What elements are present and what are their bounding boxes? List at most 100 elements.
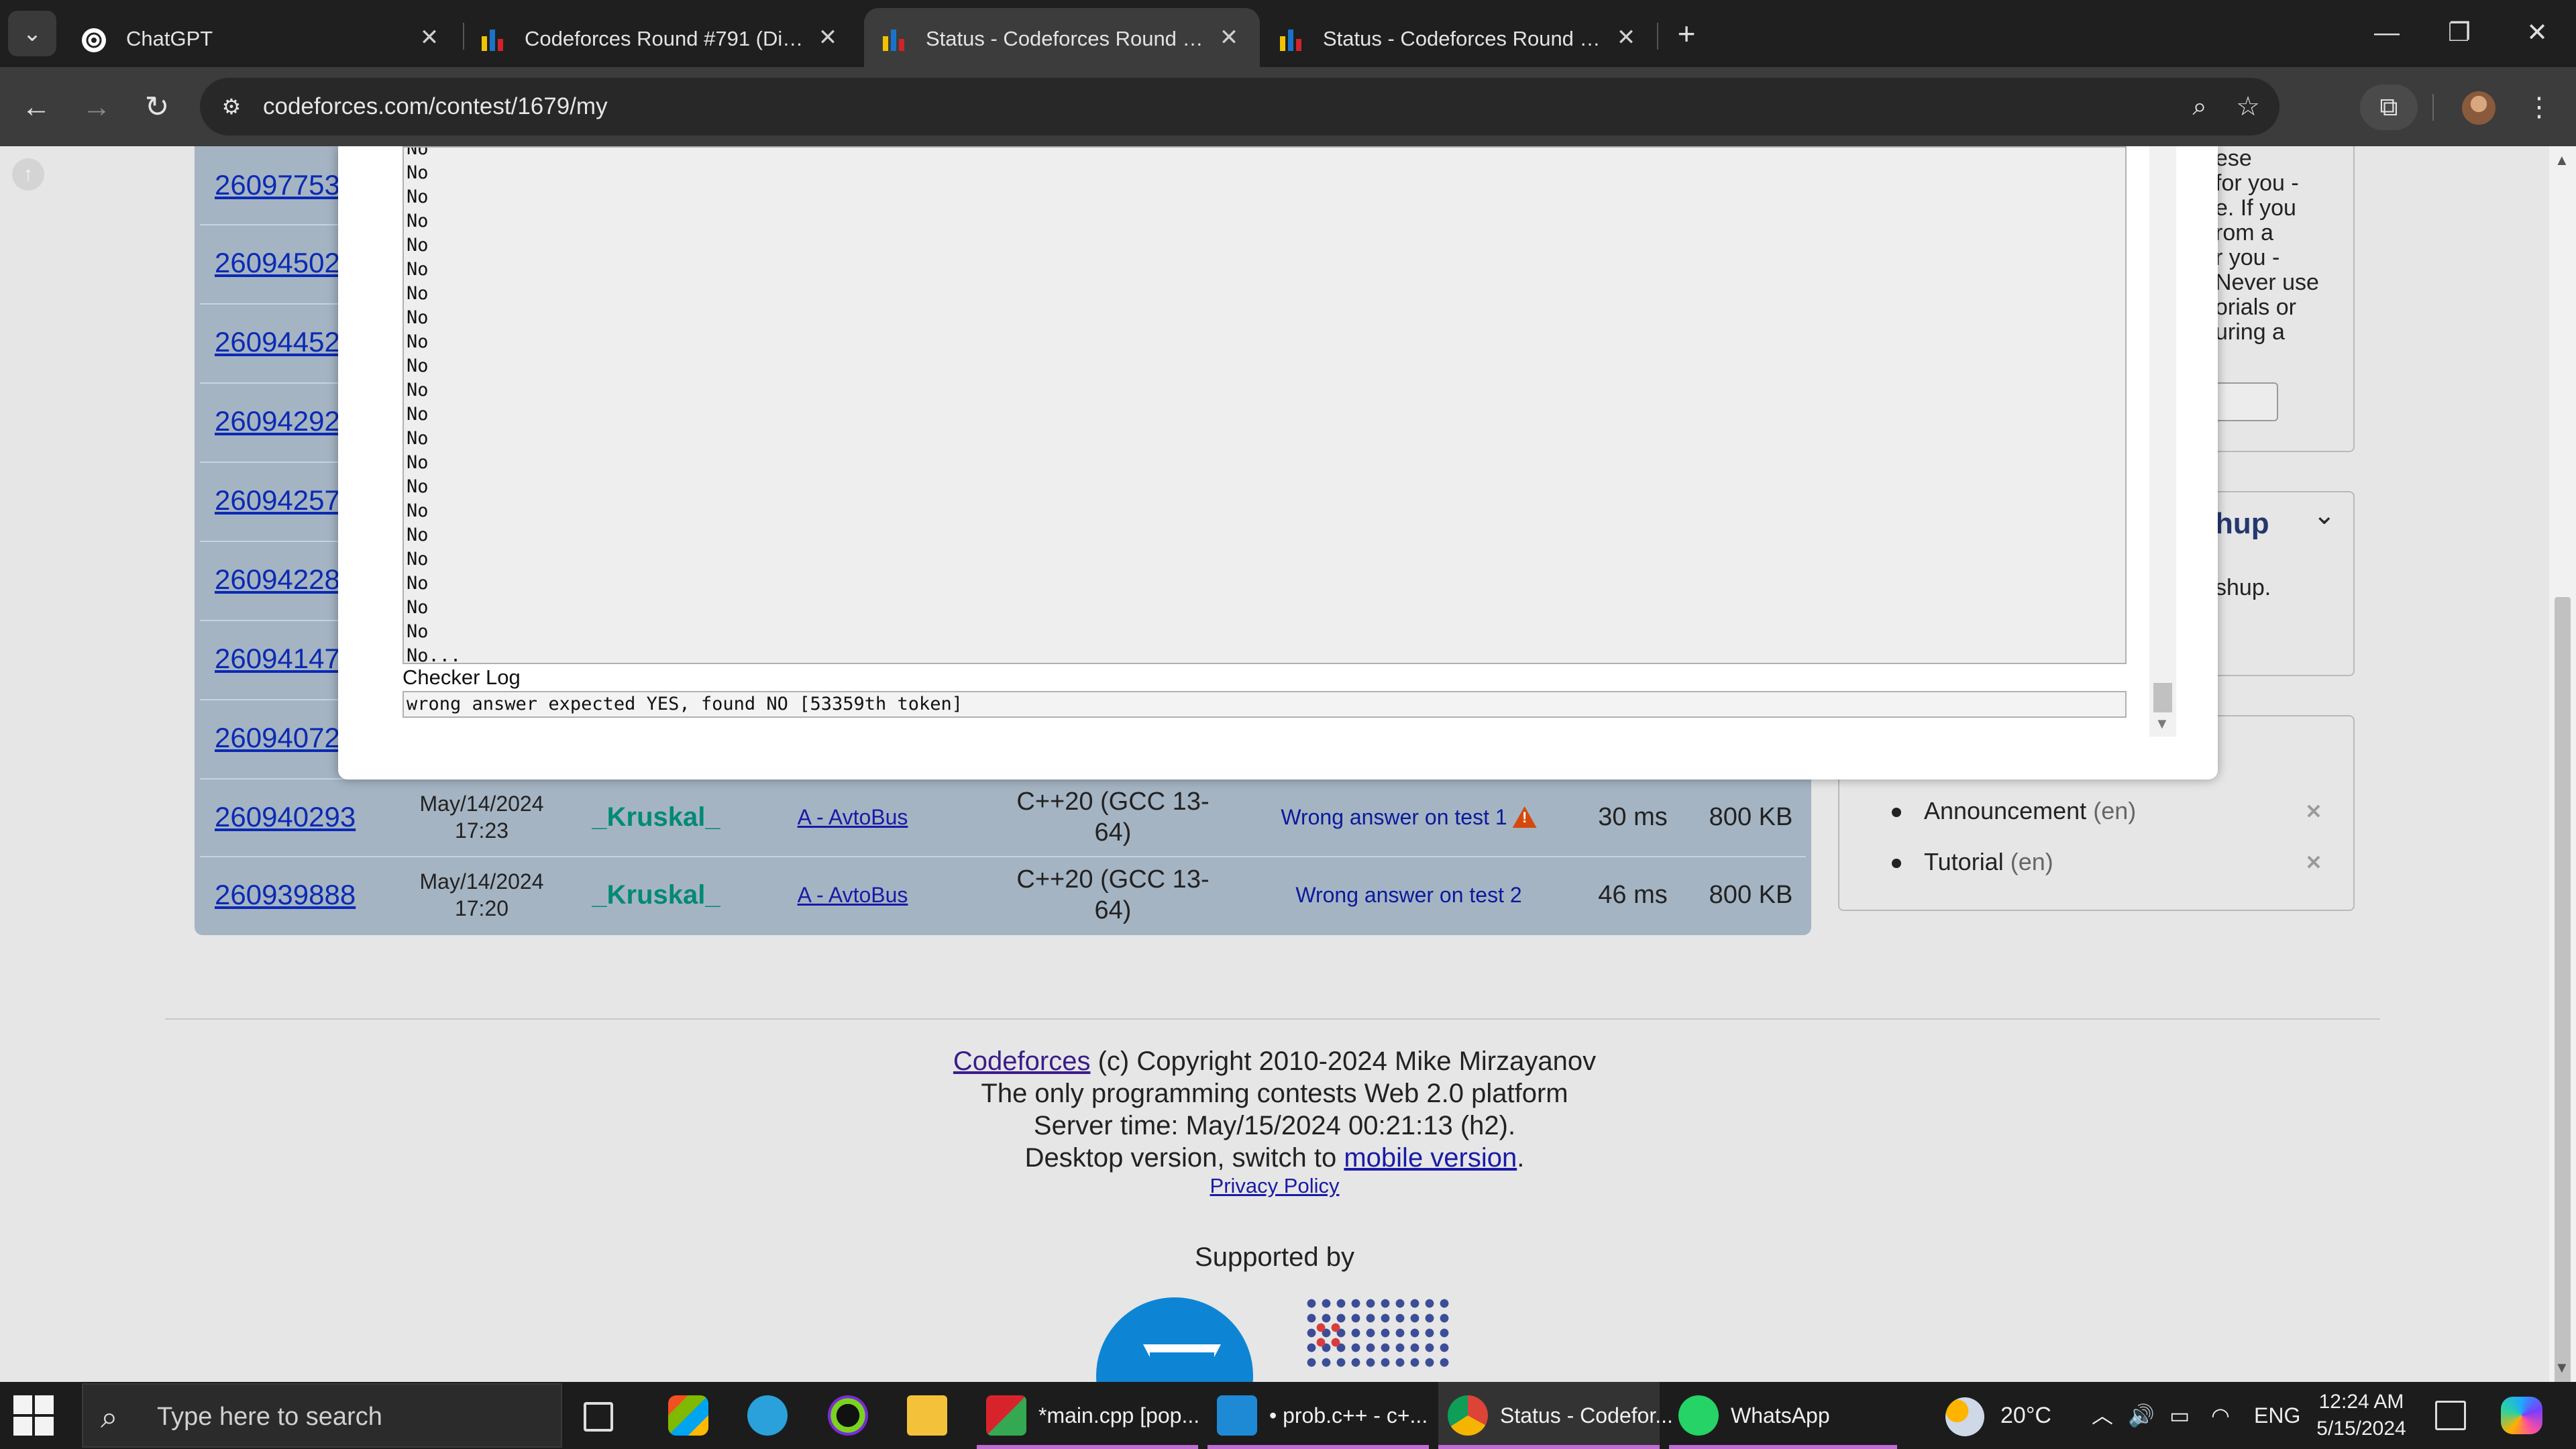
reload-icon[interactable]: ↻: [136, 86, 178, 129]
language-line: C++20 (GCC 13-: [1016, 788, 1210, 816]
file-explorer-icon[interactable]: [907, 1395, 947, 1436]
address-bar[interactable]: ⚙ codeforces.com/contest/1679/my ⌕ ☆: [200, 78, 2279, 136]
notice-button[interactable]: [2215, 382, 2278, 421]
submission-clock: 17:20: [454, 896, 509, 920]
weather-widget[interactable]: 20°C: [1945, 1397, 2051, 1437]
scroll-up-arrow-icon[interactable]: ▲: [2555, 152, 2569, 169]
output-line: No: [407, 331, 429, 352]
remove-x-icon[interactable]: ✕: [2304, 802, 2324, 822]
windows-taskbar: ⌕ Type here to search *main.cpp [pop... …: [0, 1382, 2576, 1449]
material-label[interactable]: Tutorial: [1924, 848, 2004, 875]
page-scrollbar[interactable]: ▲ ▼: [2549, 146, 2576, 1382]
remove-x-icon[interactable]: ✕: [2304, 853, 2324, 873]
search-placeholder: Type here to search: [157, 1403, 382, 1431]
forward-arrow-icon[interactable]: →: [75, 86, 118, 129]
popup-scrollbar[interactable]: ▼: [2149, 146, 2176, 737]
url-text[interactable]: codeforces.com/contest/1679/my: [263, 91, 608, 122]
scroll-down-arrow-icon[interactable]: ▼: [2555, 1359, 2569, 1377]
submission-time: May/14/2024 17:20: [381, 857, 582, 932]
tab-status-active[interactable]: Status - Codeforces Round 791 ✕: [864, 8, 1260, 67]
telegram-icon[interactable]: [747, 1395, 788, 1436]
material-announcement[interactable]: Announcement (en): [1892, 797, 2136, 825]
period: .: [1517, 1143, 1525, 1173]
close-tab-icon[interactable]: ✕: [415, 23, 444, 52]
bookmark-star-icon[interactable]: ☆: [2231, 90, 2265, 123]
output-line: No: [407, 146, 429, 159]
site-settings-icon[interactable]: ⚙: [215, 90, 248, 123]
close-tab-icon[interactable]: ✕: [1611, 23, 1641, 52]
material-label[interactable]: Announcement: [1924, 797, 2086, 824]
footer-version: Desktop version, switch to mobile versio…: [0, 1143, 2549, 1173]
profile-avatar[interactable]: [2462, 91, 2496, 125]
close-tab-icon[interactable]: ✕: [1214, 23, 1244, 52]
submission-time: May/14/2024 17:23: [381, 780, 582, 855]
copilot-icon[interactable]: [2501, 1397, 2542, 1434]
minimize-icon[interactable]: —: [2353, 9, 2420, 56]
taskbar-app-label: WhatsApp: [1731, 1403, 1830, 1428]
taskbar-search-box[interactable]: ⌕ Type here to search: [82, 1383, 562, 1448]
output-line: No: [407, 211, 429, 231]
taskbar-app-editor[interactable]: *main.cpp [pop...: [977, 1382, 1199, 1449]
footer-tagline: The only programming contests Web 2.0 pl…: [981, 1079, 1568, 1108]
system-clock[interactable]: 12:24 AM 5/15/2024: [2308, 1389, 2415, 1442]
footer-server-time: Server time: May/15/2024 00:21:13 (h2).: [1033, 1111, 1516, 1140]
output-line: No: [407, 549, 429, 570]
memory-consumed: 800 KB: [1709, 881, 1793, 909]
bullet: [1892, 859, 1901, 869]
taskbar-app-whatsapp[interactable]: WhatsApp: [1669, 1382, 1897, 1449]
codeforces-link[interactable]: Codeforces: [953, 1046, 1091, 1076]
footer-divider: [165, 1018, 2380, 1020]
tab-status[interactable]: Status - Codeforces Round 791 ✕: [1261, 8, 1657, 67]
kebab-menu-icon[interactable]: ⋮: [2522, 87, 2556, 127]
zoom-icon[interactable]: ⌕: [2183, 90, 2216, 123]
ton-sponsor-logo[interactable]: [1096, 1297, 1253, 1382]
privacy-policy-link[interactable]: Privacy Policy: [1210, 1174, 1340, 1197]
chevron-down-icon[interactable]: ⌄: [2313, 502, 2340, 529]
problem-link[interactable]: A - AvtoBus: [729, 780, 977, 855]
clock-date: 5/15/2024: [2316, 1417, 2406, 1440]
page-scroll-thumb[interactable]: [2555, 597, 2571, 1382]
battery-icon[interactable]: ▭: [2169, 1402, 2190, 1429]
notifications-icon[interactable]: [2435, 1401, 2466, 1430]
microsoft-store-icon[interactable]: [668, 1395, 708, 1436]
output-line: No: [407, 283, 429, 304]
material-tutorial[interactable]: Tutorial (en): [1892, 848, 2053, 876]
restore-icon[interactable]: ❐: [2426, 9, 2493, 56]
taskbar-app-chrome[interactable]: Status - Codefor...: [1438, 1382, 1673, 1449]
wifi-icon[interactable]: ◠: [2211, 1402, 2230, 1429]
task-view-icon[interactable]: [584, 1402, 613, 1432]
verdict-text: Wrong answer on test 1: [1281, 805, 1507, 829]
submission-date: May/14/2024: [419, 869, 544, 894]
problem-link[interactable]: A - AvtoBus: [729, 857, 977, 932]
itmo-sponsor-logo[interactable]: [1304, 1296, 1452, 1370]
back-arrow-icon[interactable]: ←: [15, 86, 58, 129]
verdict-link[interactable]: Wrong answer on test 2: [1248, 857, 1570, 932]
show-hidden-icons-chevron-icon[interactable]: ︿: [2092, 1402, 2113, 1429]
close-window-icon[interactable]: ✕: [2504, 9, 2571, 56]
submission-id-link[interactable]: 260940293: [200, 780, 374, 855]
extensions-puzzle-icon[interactable]: ⧉: [2360, 85, 2418, 130]
participant-output-box: No No No No No No No No No No No No No N…: [402, 146, 2127, 664]
popup-scroll-thumb[interactable]: [2153, 683, 2172, 712]
windows-start-icon[interactable]: [12, 1394, 55, 1437]
warning-icon[interactable]: [1512, 806, 1537, 828]
output-line: No: [407, 259, 429, 280]
verdict-text: Wrong answer on test 2: [1295, 883, 1522, 907]
input-language[interactable]: ENG: [2254, 1402, 2300, 1429]
mobile-version-link[interactable]: mobile version: [1344, 1143, 1517, 1173]
author-handle-link[interactable]: _Kruskal_: [589, 780, 723, 855]
tab-codeforces-round[interactable]: Codeforces Round #791 (Div. 2) ✕: [463, 8, 859, 67]
tab-search-chevron-icon[interactable]: ⌄: [8, 11, 56, 56]
tab-chatgpt[interactable]: ChatGPT ✕: [64, 8, 460, 67]
taskbar-app-vscode[interactable]: • prob.c++ - c+...: [1208, 1382, 1429, 1449]
close-tab-icon[interactable]: ✕: [813, 23, 843, 52]
author-handle-link[interactable]: _Kruskal_: [589, 857, 723, 932]
scroll-down-arrow-icon[interactable]: ▼: [2155, 715, 2169, 733]
new-tab-plus-icon[interactable]: +: [1668, 15, 1705, 52]
volume-icon[interactable]: 🔊: [2128, 1402, 2155, 1429]
submission-id-link[interactable]: 260939888: [200, 857, 374, 932]
table-row: 260940293 May/14/2024 17:23 _Kruskal_ A -…: [200, 780, 1806, 855]
verdict-link[interactable]: Wrong answer on test 1: [1248, 780, 1570, 855]
scroll-up-circle-icon[interactable]: ↑: [12, 158, 44, 191]
app-circle-icon[interactable]: [828, 1395, 868, 1436]
